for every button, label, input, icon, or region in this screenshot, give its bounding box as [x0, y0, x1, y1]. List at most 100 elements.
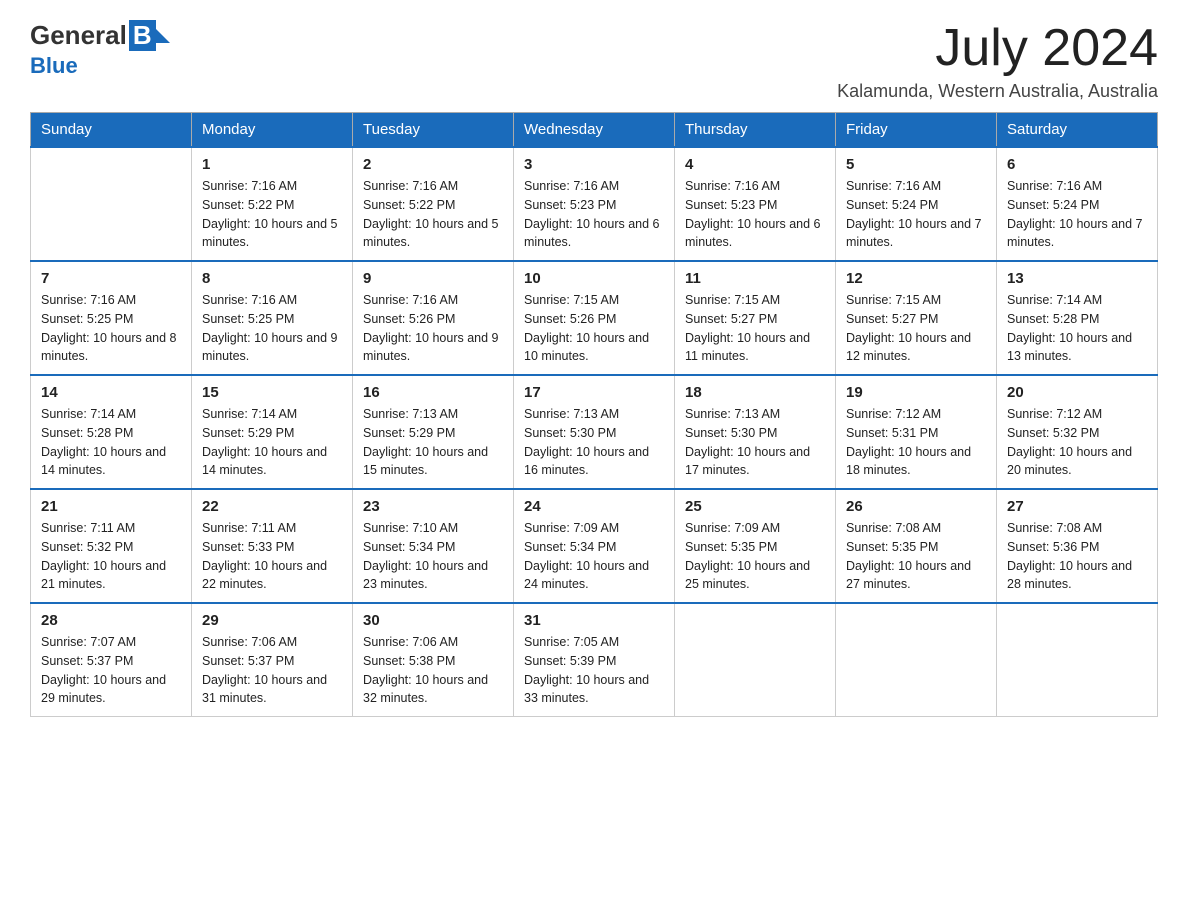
day-number: 14 — [41, 384, 181, 401]
day-number: 15 — [202, 384, 342, 401]
day-info: Sunrise: 7:06 AMSunset: 5:37 PMDaylight:… — [202, 633, 342, 708]
day-number: 5 — [846, 156, 986, 173]
day-number: 9 — [363, 270, 503, 287]
day-info: Sunrise: 7:14 AMSunset: 5:28 PMDaylight:… — [41, 405, 181, 480]
day-info: Sunrise: 7:15 AMSunset: 5:27 PMDaylight:… — [846, 291, 986, 366]
day-info: Sunrise: 7:13 AMSunset: 5:30 PMDaylight:… — [524, 405, 664, 480]
day-info: Sunrise: 7:15 AMSunset: 5:26 PMDaylight:… — [524, 291, 664, 366]
calendar-header-saturday: Saturday — [997, 113, 1158, 148]
calendar-cell: 7 Sunrise: 7:16 AMSunset: 5:25 PMDaylight… — [31, 261, 192, 375]
day-info: Sunrise: 7:13 AMSunset: 5:30 PMDaylight:… — [685, 405, 825, 480]
calendar-cell — [675, 603, 836, 717]
calendar-header-monday: Monday — [192, 113, 353, 148]
day-number: 20 — [1007, 384, 1147, 401]
day-info: Sunrise: 7:16 AMSunset: 5:22 PMDaylight:… — [202, 177, 342, 252]
logo-subtitle: Blue — [30, 53, 78, 79]
calendar-cell: 5 Sunrise: 7:16 AMSunset: 5:24 PMDaylight… — [836, 147, 997, 261]
calendar-cell: 25 Sunrise: 7:09 AMSunset: 5:35 PMDayligh… — [675, 489, 836, 603]
day-info: Sunrise: 7:16 AMSunset: 5:23 PMDaylight:… — [524, 177, 664, 252]
day-number: 8 — [202, 270, 342, 287]
day-info: Sunrise: 7:07 AMSunset: 5:37 PMDaylight:… — [41, 633, 181, 708]
day-number: 12 — [846, 270, 986, 287]
day-info: Sunrise: 7:16 AMSunset: 5:23 PMDaylight:… — [685, 177, 825, 252]
day-info: Sunrise: 7:16 AMSunset: 5:24 PMDaylight:… — [1007, 177, 1147, 252]
calendar-cell: 18 Sunrise: 7:13 AMSunset: 5:30 PMDayligh… — [675, 375, 836, 489]
calendar-cell: 14 Sunrise: 7:14 AMSunset: 5:28 PMDayligh… — [31, 375, 192, 489]
calendar-table: SundayMondayTuesdayWednesdayThursdayFrid… — [30, 112, 1158, 717]
day-number: 21 — [41, 498, 181, 515]
calendar-cell: 19Sunrise: 7:12 AMSunset: 5:31 PMDayligh… — [836, 375, 997, 489]
calendar-cell — [31, 147, 192, 261]
calendar-cell: 31Sunrise: 7:05 AMSunset: 5:39 PMDayligh… — [514, 603, 675, 717]
calendar-header-tuesday: Tuesday — [353, 113, 514, 148]
calendar-week-row: 7 Sunrise: 7:16 AMSunset: 5:25 PMDaylight… — [31, 261, 1158, 375]
logo-blue-text: B — [129, 20, 156, 51]
day-number: 17 — [524, 384, 664, 401]
day-number: 18 — [685, 384, 825, 401]
calendar-cell: 9Sunrise: 7:16 AMSunset: 5:26 PMDaylight… — [353, 261, 514, 375]
calendar-cell: 30 Sunrise: 7:06 AMSunset: 5:38 PMDayligh… — [353, 603, 514, 717]
day-number: 26 — [846, 498, 986, 515]
calendar-cell: 11 Sunrise: 7:15 AMSunset: 5:27 PMDayligh… — [675, 261, 836, 375]
day-info: Sunrise: 7:16 AMSunset: 5:22 PMDaylight:… — [363, 177, 503, 252]
day-number: 7 — [41, 270, 181, 287]
location-subtitle: Kalamunda, Western Australia, Australia — [837, 81, 1158, 102]
calendar-cell: 16 Sunrise: 7:13 AMSunset: 5:29 PMDayligh… — [353, 375, 514, 489]
day-info: Sunrise: 7:16 AMSunset: 5:25 PMDaylight:… — [41, 291, 181, 366]
calendar-header-sunday: Sunday — [31, 113, 192, 148]
day-info: Sunrise: 7:14 AMSunset: 5:29 PMDaylight:… — [202, 405, 342, 480]
day-number: 30 — [363, 612, 503, 629]
day-info: Sunrise: 7:11 AMSunset: 5:32 PMDaylight:… — [41, 519, 181, 594]
day-info: Sunrise: 7:08 AMSunset: 5:35 PMDaylight:… — [846, 519, 986, 594]
calendar-cell: 8 Sunrise: 7:16 AMSunset: 5:25 PMDaylight… — [192, 261, 353, 375]
day-number: 1 — [202, 156, 342, 173]
day-number: 13 — [1007, 270, 1147, 287]
day-number: 29 — [202, 612, 342, 629]
day-number: 11 — [685, 270, 825, 287]
day-info: Sunrise: 7:15 AMSunset: 5:27 PMDaylight:… — [685, 291, 825, 366]
day-number: 24 — [524, 498, 664, 515]
day-number: 28 — [41, 612, 181, 629]
day-number: 23 — [363, 498, 503, 515]
calendar-cell — [836, 603, 997, 717]
day-info: Sunrise: 7:14 AMSunset: 5:28 PMDaylight:… — [1007, 291, 1147, 366]
page-header: General B Blue July 2024 Kalamunda, West… — [30, 20, 1158, 102]
calendar-cell: 26 Sunrise: 7:08 AMSunset: 5:35 PMDayligh… — [836, 489, 997, 603]
calendar-cell: 2 Sunrise: 7:16 AMSunset: 5:22 PMDaylight… — [353, 147, 514, 261]
logo-general-text: General — [30, 20, 127, 51]
day-number: 2 — [363, 156, 503, 173]
calendar-cell: 3Sunrise: 7:16 AMSunset: 5:23 PMDaylight… — [514, 147, 675, 261]
calendar-cell: 12 Sunrise: 7:15 AMSunset: 5:27 PMDayligh… — [836, 261, 997, 375]
logo: General B Blue — [30, 20, 170, 79]
day-info: Sunrise: 7:12 AMSunset: 5:31 PMDaylight:… — [846, 405, 986, 480]
title-block: July 2024 Kalamunda, Western Australia, … — [837, 20, 1158, 102]
day-number: 6 — [1007, 156, 1147, 173]
logo-arrow-icon — [156, 29, 170, 43]
day-info: Sunrise: 7:13 AMSunset: 5:29 PMDaylight:… — [363, 405, 503, 480]
calendar-cell: 20 Sunrise: 7:12 AMSunset: 5:32 PMDayligh… — [997, 375, 1158, 489]
day-info: Sunrise: 7:06 AMSunset: 5:38 PMDaylight:… — [363, 633, 503, 708]
calendar-week-row: 1 Sunrise: 7:16 AMSunset: 5:22 PMDaylight… — [31, 147, 1158, 261]
day-info: Sunrise: 7:08 AMSunset: 5:36 PMDaylight:… — [1007, 519, 1147, 594]
day-info: Sunrise: 7:12 AMSunset: 5:32 PMDaylight:… — [1007, 405, 1147, 480]
day-info: Sunrise: 7:11 AMSunset: 5:33 PMDaylight:… — [202, 519, 342, 594]
day-number: 22 — [202, 498, 342, 515]
calendar-header-row: SundayMondayTuesdayWednesdayThursdayFrid… — [31, 113, 1158, 148]
calendar-cell: 29 Sunrise: 7:06 AMSunset: 5:37 PMDayligh… — [192, 603, 353, 717]
day-info: Sunrise: 7:16 AMSunset: 5:24 PMDaylight:… — [846, 177, 986, 252]
calendar-cell: 27 Sunrise: 7:08 AMSunset: 5:36 PMDayligh… — [997, 489, 1158, 603]
calendar-header-wednesday: Wednesday — [514, 113, 675, 148]
month-year-title: July 2024 — [837, 20, 1158, 77]
calendar-cell: 15 Sunrise: 7:14 AMSunset: 5:29 PMDayligh… — [192, 375, 353, 489]
day-number: 25 — [685, 498, 825, 515]
day-number: 16 — [363, 384, 503, 401]
day-number: 27 — [1007, 498, 1147, 515]
day-number: 4 — [685, 156, 825, 173]
calendar-cell: 28 Sunrise: 7:07 AMSunset: 5:37 PMDayligh… — [31, 603, 192, 717]
day-info: Sunrise: 7:16 AMSunset: 5:25 PMDaylight:… — [202, 291, 342, 366]
calendar-week-row: 28 Sunrise: 7:07 AMSunset: 5:37 PMDayligh… — [31, 603, 1158, 717]
day-info: Sunrise: 7:09 AMSunset: 5:35 PMDaylight:… — [685, 519, 825, 594]
calendar-cell: 13 Sunrise: 7:14 AMSunset: 5:28 PMDayligh… — [997, 261, 1158, 375]
calendar-cell: 24Sunrise: 7:09 AMSunset: 5:34 PMDayligh… — [514, 489, 675, 603]
calendar-cell: 4 Sunrise: 7:16 AMSunset: 5:23 PMDaylight… — [675, 147, 836, 261]
